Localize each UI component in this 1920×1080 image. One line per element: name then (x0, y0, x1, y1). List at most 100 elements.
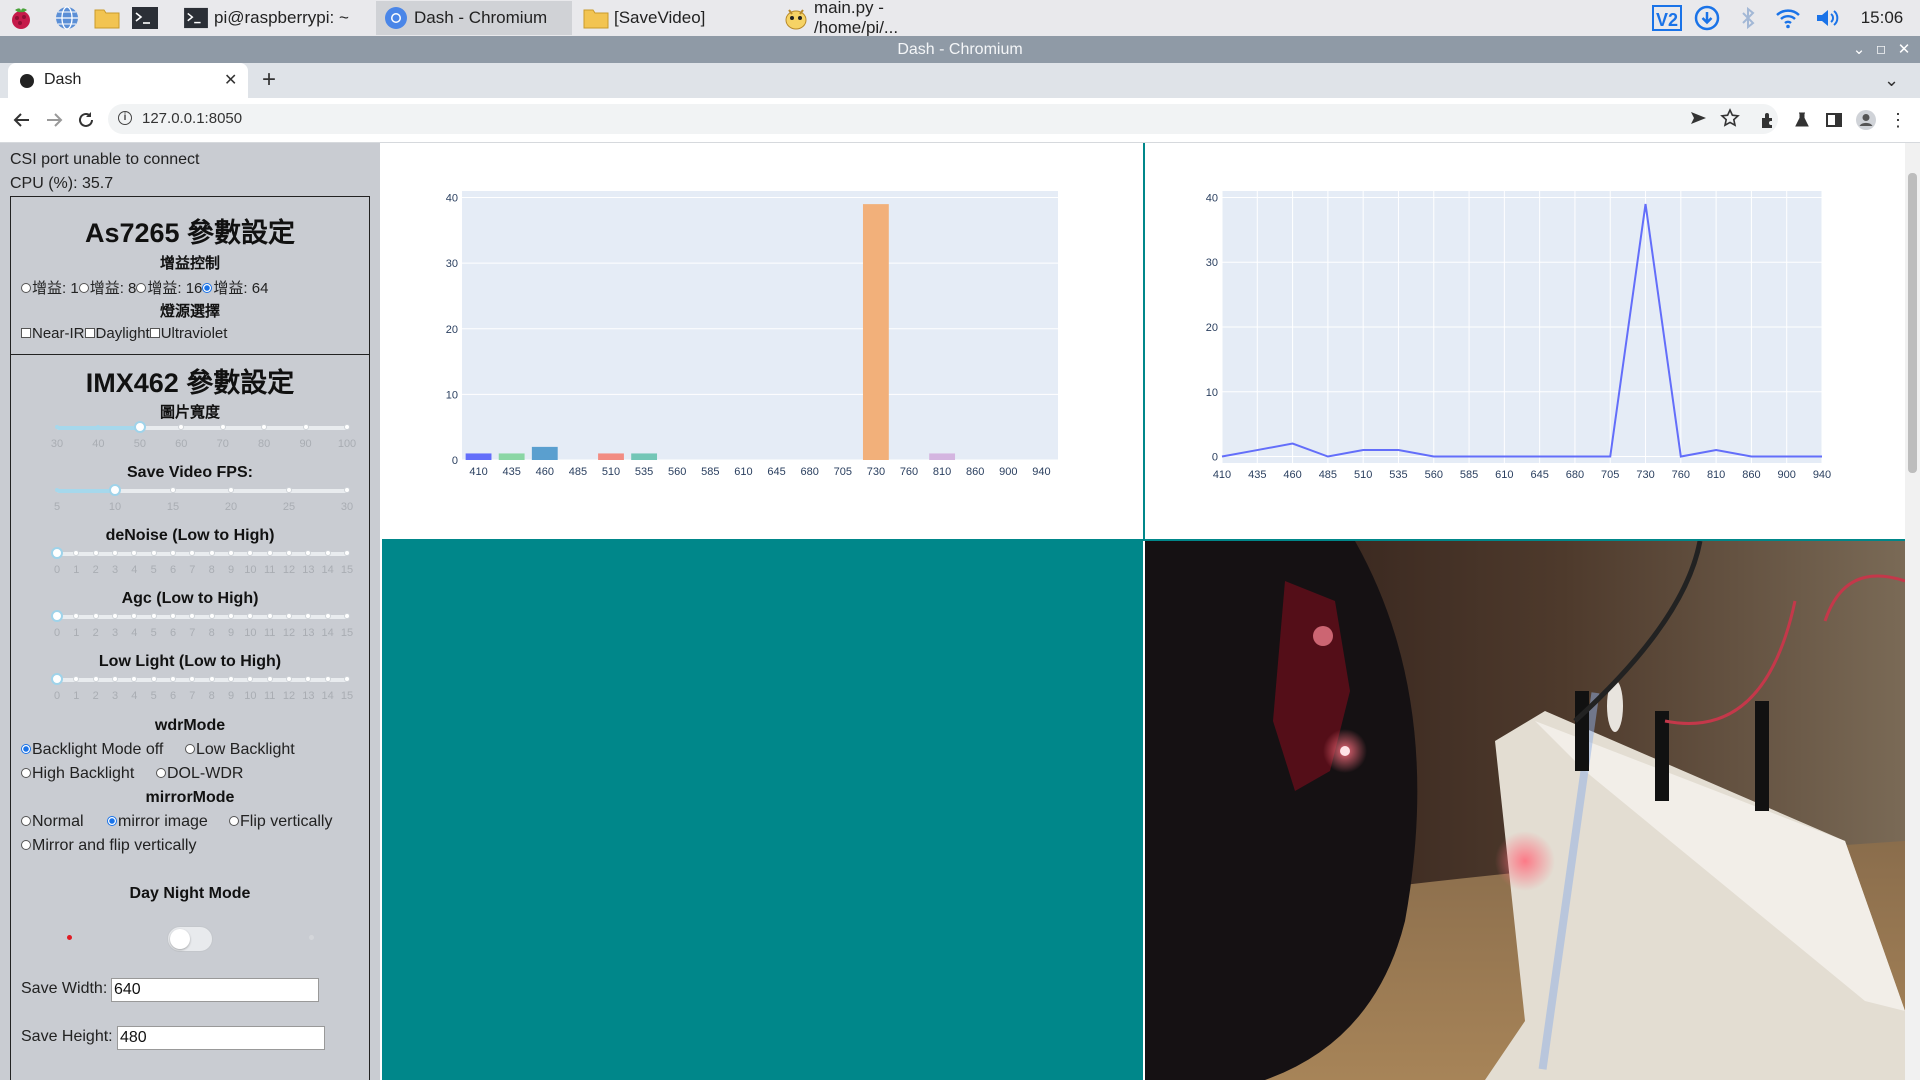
send-icon[interactable] (1688, 108, 1708, 133)
slider-mark[interactable] (303, 425, 308, 429)
slider-mark[interactable] (267, 551, 272, 555)
forward-icon[interactable] (38, 104, 70, 136)
profile-avatar-icon[interactable] (1850, 104, 1882, 136)
gain-radio-8[interactable] (78, 283, 89, 294)
tab-search-icon[interactable]: ⌄ (1884, 70, 1899, 91)
url-text[interactable]: 127.0.0.1:8050 (142, 110, 242, 127)
raspberry-menu-icon[interactable] (6, 3, 36, 33)
slider-mark[interactable] (345, 614, 349, 618)
mirror-radio-flip[interactable] (229, 815, 239, 826)
mirror-radio-mirror[interactable] (107, 815, 117, 826)
mirror-option-flip[interactable]: Flip vertically (229, 813, 332, 831)
slider-mark[interactable] (151, 677, 156, 681)
slider-mark[interactable] (113, 614, 117, 618)
slider-mark[interactable] (248, 677, 253, 681)
slider-mark[interactable] (132, 614, 137, 618)
bluetooth-icon[interactable] (1734, 3, 1762, 33)
gain-option-1[interactable]: 增益: 1 (21, 280, 79, 297)
slider-mark[interactable] (287, 551, 291, 555)
slider-mark[interactable] (229, 614, 233, 618)
mirror-radio-normal[interactable] (21, 815, 31, 826)
terminal-launcher-icon[interactable] (130, 3, 160, 33)
ultraviolet-option[interactable]: Ultraviolet (149, 325, 227, 342)
slider-mark[interactable] (345, 677, 349, 681)
slider-mark[interactable] (74, 551, 79, 555)
near-ir-option[interactable]: Near-IR (21, 325, 85, 342)
download-icon[interactable] (1692, 3, 1722, 33)
save-width-input[interactable]: 640 (111, 978, 319, 1002)
menu-kebab-icon[interactable]: ⋮ (1882, 104, 1914, 136)
slider-mark[interactable] (93, 614, 98, 618)
vnc-icon[interactable]: V2 (1650, 3, 1684, 33)
wifi-icon[interactable] (1772, 3, 1804, 33)
slider-mark[interactable] (325, 551, 330, 555)
slider-mark[interactable] (74, 614, 79, 618)
wdr-option-off[interactable]: Backlight Mode off (21, 741, 163, 759)
slider-mark[interactable] (287, 614, 291, 618)
daylight-checkbox[interactable] (84, 328, 95, 339)
slider-mark[interactable] (151, 614, 156, 618)
slider-mark[interactable] (345, 551, 349, 555)
back-icon[interactable] (6, 104, 38, 136)
slider-mark[interactable] (248, 551, 253, 555)
slider-mark[interactable] (267, 614, 272, 618)
clock[interactable]: 15:06 (1852, 3, 1912, 33)
mirror-option-mirror[interactable]: mirror image (107, 813, 208, 831)
reload-icon[interactable] (70, 104, 102, 136)
address-bar[interactable]: i 127.0.0.1:8050 (108, 104, 1778, 134)
slider-mark[interactable] (229, 677, 233, 681)
close-window-icon[interactable]: ✕ (1892, 36, 1916, 63)
vertical-scrollbar[interactable] (1905, 143, 1920, 1080)
side-panel-icon[interactable] (1818, 104, 1850, 136)
slider-mark[interactable] (306, 551, 311, 555)
wdr-option-high[interactable]: High Backlight (21, 765, 134, 783)
extensions-icon[interactable] (1752, 104, 1784, 136)
slider-mark[interactable] (171, 677, 175, 681)
daylight-option[interactable]: Daylight (84, 325, 150, 342)
gain-option-16[interactable]: 增益: 16 (136, 280, 202, 297)
slider-handle[interactable] (133, 421, 146, 433)
slider-mark[interactable] (93, 551, 98, 555)
slider-mark[interactable] (171, 488, 175, 492)
slider-mark[interactable] (55, 425, 59, 429)
slider-handle[interactable] (51, 547, 63, 559)
slider-mark[interactable] (345, 425, 349, 429)
tab-dash[interactable]: Dash ✕ (8, 63, 248, 98)
slider-mark[interactable] (262, 425, 267, 429)
agc-slider[interactable] (51, 610, 349, 622)
wdr-radio-low[interactable] (185, 743, 195, 754)
wdr-radio-dol[interactable] (156, 767, 166, 778)
slider-mark[interactable] (74, 677, 79, 681)
wdr-radio-high[interactable] (21, 767, 31, 778)
wdr-option-low[interactable]: Low Backlight (185, 741, 295, 759)
task-terminal[interactable]: pi@raspberrypi: ~ (176, 1, 372, 35)
gain-radio-1[interactable] (21, 283, 31, 294)
file-manager-icon[interactable] (92, 3, 122, 33)
slider-mark[interactable] (171, 551, 175, 555)
slider-mark[interactable] (209, 614, 214, 618)
near-ir-checkbox[interactable] (21, 328, 31, 339)
day-night-toggle[interactable] (167, 926, 213, 952)
gain-radio-16[interactable] (136, 283, 147, 294)
lab-flask-icon[interactable] (1786, 104, 1818, 136)
slider-mark[interactable] (229, 551, 233, 555)
slider-mark[interactable] (325, 677, 330, 681)
slider-mark[interactable] (132, 677, 137, 681)
ultraviolet-checkbox[interactable] (149, 328, 160, 339)
site-info-icon[interactable]: i (118, 111, 132, 125)
wdr-radio-off[interactable] (21, 743, 31, 754)
slider-mark[interactable] (325, 614, 330, 618)
mirror-option-normal[interactable]: Normal (21, 813, 84, 831)
slider-mark[interactable] (306, 614, 311, 618)
wdr-option-dol[interactable]: DOL-WDR (156, 765, 243, 783)
slider-mark[interactable] (209, 677, 214, 681)
slider-mark[interactable] (220, 425, 225, 429)
denoise-slider[interactable] (51, 547, 349, 559)
slider-mark[interactable] (179, 425, 184, 429)
slider-handle[interactable] (51, 610, 63, 622)
slider-mark[interactable] (113, 677, 117, 681)
maximize-icon[interactable]: ◻ (1869, 36, 1893, 63)
slider-mark[interactable] (229, 488, 233, 492)
minimize-icon[interactable]: ⌄ (1847, 36, 1871, 63)
width-slider[interactable] (55, 421, 349, 433)
